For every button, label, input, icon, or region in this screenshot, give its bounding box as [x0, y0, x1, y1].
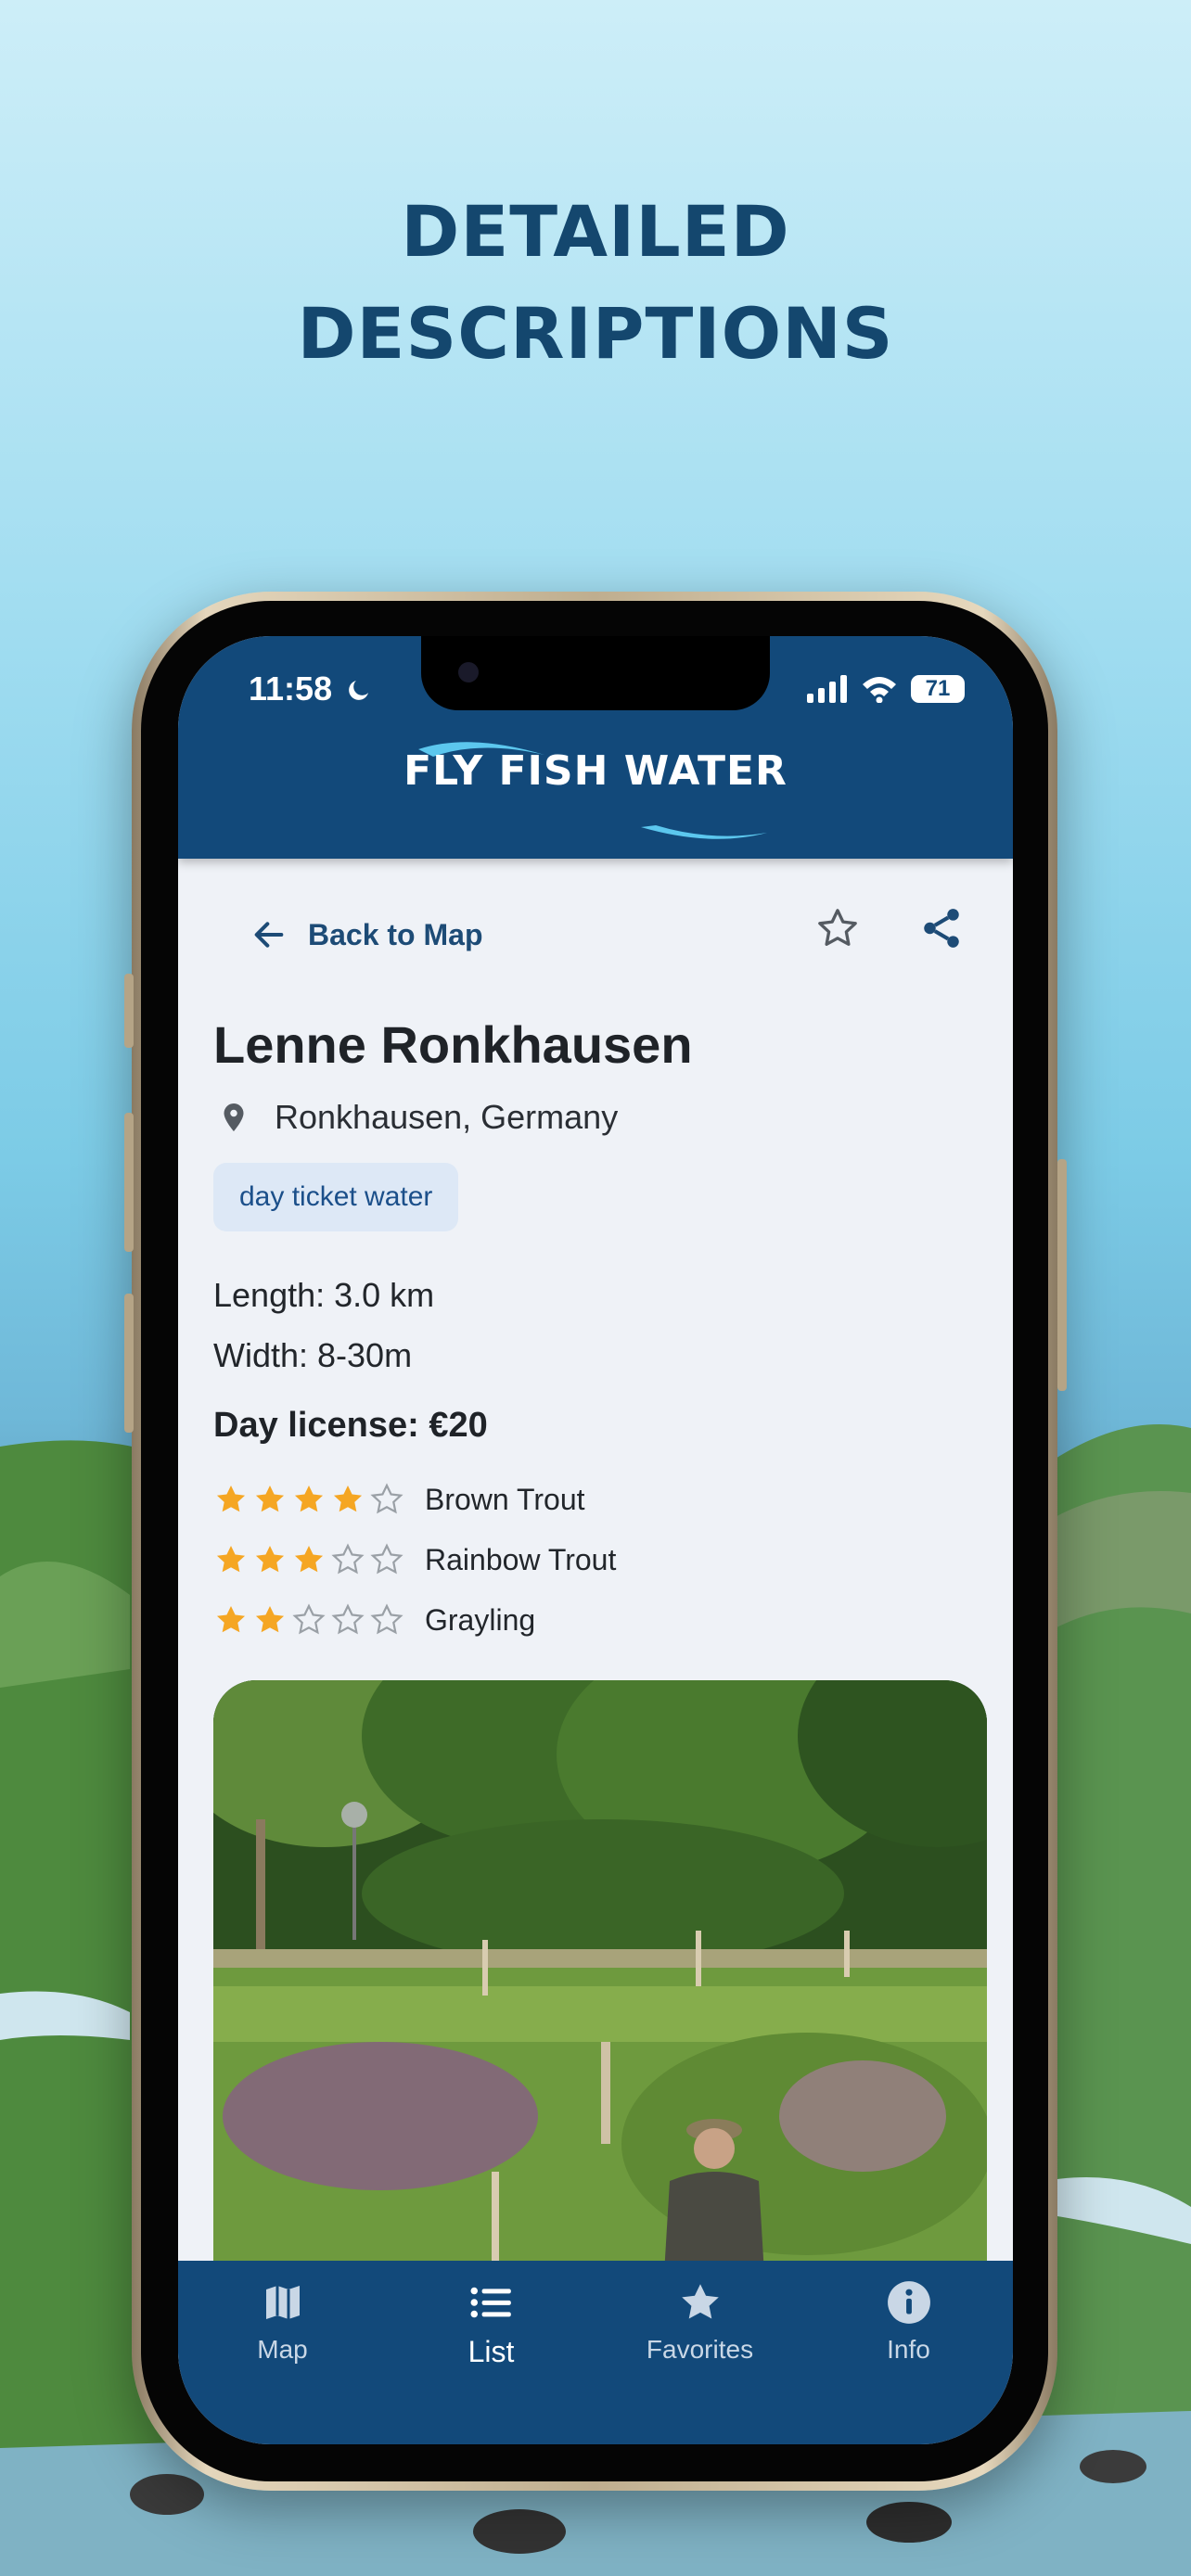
app-screen: 11:58 71 FLY FISH WATER Back to Map Lenn…	[178, 636, 1013, 2444]
water-title: Lenne Ronkhausen	[213, 1015, 693, 1074]
app-header: 11:58 71 FLY FISH WATER	[178, 636, 1013, 859]
moon-icon	[349, 681, 369, 700]
species-label: Brown Trout	[425, 1482, 585, 1516]
star-rating	[213, 1482, 404, 1517]
back-to-map-button[interactable]: Back to Map	[250, 916, 482, 953]
star-empty-icon	[370, 1483, 403, 1514]
star-filled-icon	[294, 1545, 324, 1573]
tab-label: List	[467, 2335, 515, 2368]
species-label: Grayling	[425, 1602, 536, 1637]
promo-headline-line2: DESCRIPTIONS	[297, 292, 894, 375]
star-empty-icon	[331, 1543, 365, 1575]
app-logo: FLY FISH WATER	[403, 747, 788, 795]
star-rating	[213, 1602, 404, 1638]
tab-info[interactable]: Info	[816, 2261, 1002, 2365]
rating-row-grayling: Grayling	[213, 1602, 535, 1638]
star-icon	[681, 2284, 719, 2319]
water-type-tag: day ticket water	[213, 1163, 459, 1231]
location-row: Ronkhausen, Germany	[217, 1098, 618, 1137]
phone-volume-up	[124, 1113, 134, 1252]
star-filled-icon	[333, 1485, 363, 1512]
phone-volume-down	[124, 1294, 134, 1433]
wifi-icon	[863, 677, 896, 703]
location-text: Ronkhausen, Germany	[275, 1098, 619, 1136]
tab-label: Info	[887, 2335, 930, 2364]
bottom-tab-bar: Map List Favorites Info	[178, 2261, 1013, 2444]
tab-label: Favorites	[646, 2335, 754, 2364]
promo-headline-line1: DETAILED	[401, 190, 790, 273]
star-outline-icon	[818, 909, 857, 946]
phone-mute-switch	[124, 974, 134, 1048]
star-filled-icon	[216, 1545, 246, 1573]
star-filled-icon	[255, 1545, 285, 1573]
status-time: 11:58	[249, 670, 373, 708]
arrow-left-icon	[254, 922, 284, 948]
list-icon	[470, 2287, 511, 2318]
day-license-text: Day license: €20	[213, 1406, 488, 1445]
share-button[interactable]	[918, 905, 965, 951]
tab-list[interactable]: List	[399, 2261, 584, 2369]
star-empty-icon	[370, 1603, 403, 1635]
star-filled-icon	[255, 1485, 285, 1512]
share-icon	[924, 909, 959, 948]
phone-power-button	[1057, 1159, 1067, 1391]
species-label: Rainbow Trout	[425, 1542, 617, 1576]
logo-wave-bottom	[641, 825, 767, 839]
battery-indicator: 71	[911, 675, 965, 703]
star-filled-icon	[255, 1605, 285, 1633]
star-filled-icon	[216, 1485, 246, 1512]
star-filled-icon	[294, 1485, 324, 1512]
star-rating	[213, 1542, 404, 1577]
map-icon	[265, 2286, 300, 2319]
info-icon	[887, 2281, 930, 2324]
rating-row-rainbow-trout: Rainbow Trout	[213, 1542, 616, 1577]
favorite-button[interactable]	[814, 905, 861, 951]
tab-favorites[interactable]: Favorites	[608, 2261, 793, 2365]
star-filled-icon	[216, 1605, 246, 1633]
star-empty-icon	[331, 1603, 365, 1635]
rating-row-brown-trout: Brown Trout	[213, 1482, 585, 1517]
camera-dot	[458, 662, 479, 682]
length-text: Length: 3.0 km	[213, 1276, 435, 1314]
back-to-map-label: Back to Map	[308, 917, 483, 951]
star-empty-icon	[370, 1543, 403, 1575]
status-indicators: 71	[807, 673, 965, 705]
star-empty-icon	[292, 1603, 326, 1635]
tab-map[interactable]: Map	[190, 2261, 376, 2365]
signal-icon	[807, 675, 847, 703]
width-text: Width: 8-30m	[213, 1336, 413, 1374]
tab-label: Map	[257, 2335, 308, 2364]
location-pin-icon	[224, 1103, 244, 1131]
